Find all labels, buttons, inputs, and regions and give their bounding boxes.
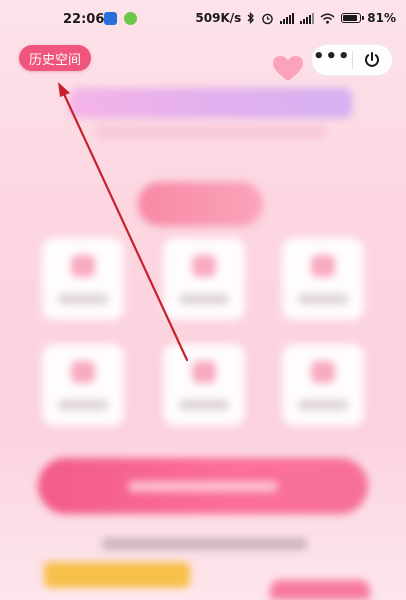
feature-icon: [71, 361, 95, 383]
feature-icon: [192, 361, 216, 383]
status-right-group: 509K/s 81%: [195, 11, 396, 25]
app-download-icon: [124, 12, 137, 25]
network-speed: 509K/s: [195, 11, 242, 25]
battery-level: 81%: [367, 11, 396, 25]
feature-card[interactable]: [163, 344, 245, 426]
bluetooth-icon: [247, 12, 255, 24]
footer-hint: [102, 538, 307, 550]
heart-icon: [273, 56, 303, 81]
feature-card[interactable]: [282, 344, 364, 426]
feature-icon: [311, 361, 335, 383]
banner-heading: [70, 88, 352, 118]
promo-strip: [44, 588, 194, 600]
feature-card[interactable]: [282, 238, 364, 320]
feature-icon: [192, 255, 216, 277]
more-button[interactable]: •••: [312, 45, 352, 75]
app-notification-icon: [104, 12, 117, 25]
wifi-icon: [320, 13, 335, 24]
feature-label: [58, 400, 108, 410]
feature-pill[interactable]: [138, 182, 263, 226]
feature-label: [179, 294, 229, 304]
alarm-icon: [262, 13, 274, 24]
feature-label: [58, 294, 108, 304]
signal-icon: [280, 12, 295, 24]
status-time: 22:06: [63, 12, 105, 27]
banner-subheading: [95, 125, 327, 139]
feature-card[interactable]: [163, 238, 245, 320]
feature-label: [179, 400, 229, 410]
feature-icon: [311, 255, 335, 277]
feature-card[interactable]: [42, 344, 124, 426]
feature-card[interactable]: [42, 238, 124, 320]
bottom-pink-button[interactable]: [270, 580, 370, 600]
history-space-button[interactable]: 历史空间: [19, 45, 92, 71]
power-icon: [365, 52, 380, 67]
feature-label: [298, 294, 348, 304]
battery-icon: [341, 13, 365, 23]
signal-icon: [300, 12, 315, 24]
more-icon: •••: [312, 46, 351, 67]
status-bar: 22:06 509K/s 81%: [0, 0, 406, 40]
primary-action-label: [128, 481, 278, 492]
feature-label: [298, 400, 348, 410]
close-button[interactable]: [353, 45, 393, 75]
feature-icon: [71, 255, 95, 277]
primary-action-button[interactable]: [38, 458, 368, 514]
mini-program-capsule: •••: [311, 44, 393, 76]
promo-tag[interactable]: [44, 562, 190, 588]
